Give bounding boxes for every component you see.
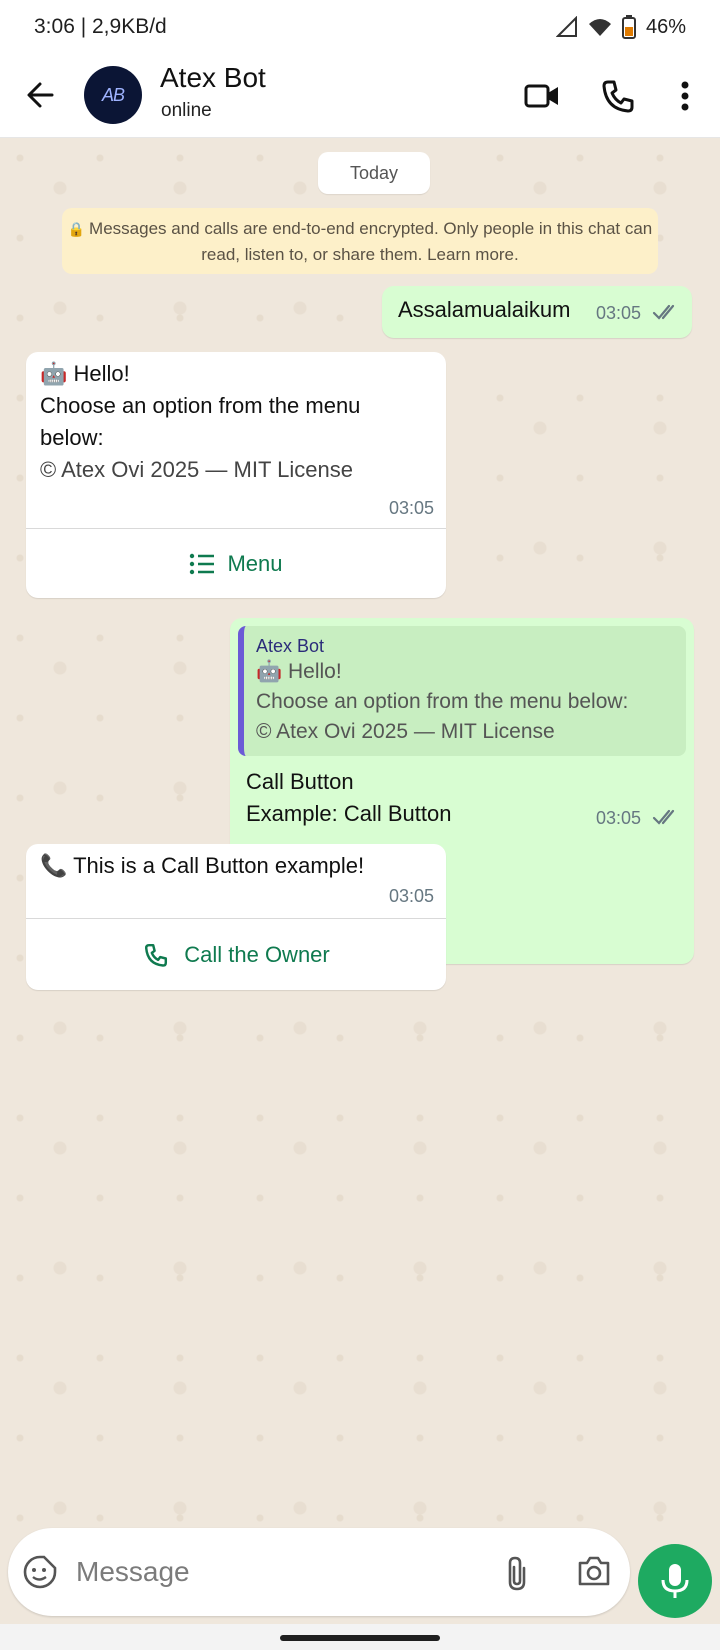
lock-icon: 🔒 — [67, 221, 90, 237]
menu-button[interactable]: Menu — [26, 529, 446, 598]
quote-line: © Atex Ovi 2025 — MIT License — [256, 720, 555, 743]
message-composer — [8, 1528, 630, 1616]
voice-call-icon[interactable] — [598, 76, 638, 116]
message-time: 03:05 — [388, 886, 434, 906]
avatar-initials: AB — [101, 84, 125, 105]
read-ticks-icon — [652, 809, 675, 825]
chat-header: AB Atex Bot online — [0, 54, 720, 138]
message-time: 03:05 — [596, 808, 642, 828]
message-time: 03:05 — [388, 498, 434, 518]
message-line: 🤖 Hello! — [40, 361, 130, 386]
call-owner-label: Call the Owner — [184, 941, 330, 967]
home-gesture-handle[interactable] — [280, 1635, 440, 1641]
video-call-icon[interactable] — [522, 76, 562, 116]
message-line: Call Button — [246, 769, 354, 794]
message-input[interactable] — [74, 1548, 458, 1596]
message-line: Choose an option from the menu below: — [40, 393, 361, 450]
message-text: Assalamualaikum — [398, 297, 571, 322]
contact-name[interactable]: Atex Bot — [160, 62, 266, 94]
attach-icon[interactable] — [502, 1554, 532, 1592]
wifi-icon — [588, 19, 611, 36]
message-time: 03:05 — [596, 303, 642, 323]
quoted-message[interactable]: Atex Bot 🤖 Hello! Choose an option from … — [238, 626, 686, 756]
quote-author: Atex Bot — [256, 636, 325, 656]
system-nav-bar — [0, 1624, 720, 1650]
list-icon — [190, 553, 215, 574]
quote-line: Choose an option from the menu below: — [256, 690, 629, 713]
sticker-icon[interactable] — [22, 1554, 58, 1590]
date-chip: Today — [318, 152, 430, 194]
call-owner-button[interactable]: Call the Owner — [26, 919, 446, 990]
battery-percent: 46% — [645, 15, 686, 38]
quote-line: 🤖 Hello! — [256, 660, 342, 683]
camera-icon[interactable] — [576, 1554, 612, 1588]
message-footer: © Atex Ovi 2025 — MIT License — [40, 457, 353, 482]
message-in[interactable]: 📞 This is a Call Button example! 03:05 C… — [26, 844, 446, 990]
status-icons: 46% — [555, 15, 686, 39]
status-bar: 3:06 | 2,9KB/d 46% — [0, 0, 720, 54]
message-line: Example: Call Button — [246, 801, 452, 826]
voice-message-button[interactable] — [638, 1544, 712, 1618]
avatar[interactable]: AB — [84, 66, 142, 124]
message-out[interactable]: Assalamualaikum 03:05 — [382, 286, 692, 338]
microphone-icon — [661, 1564, 689, 1598]
battery-icon — [621, 15, 636, 39]
back-arrow-icon[interactable] — [22, 76, 60, 114]
more-options-icon[interactable] — [665, 76, 705, 116]
menu-button-label: Menu — [227, 550, 283, 576]
message-in[interactable]: 🤖 Hello! Choose an option from the menu … — [26, 352, 446, 598]
status-time-speed: 3:06 | 2,9KB/d — [34, 15, 167, 38]
encryption-notice-text: Messages and calls are end-to-end encryp… — [89, 219, 653, 264]
read-ticks-icon — [652, 304, 675, 320]
contact-status: online — [161, 100, 212, 121]
chat-area[interactable]: Today 🔒 Messages and calls are end-to-en… — [0, 138, 720, 1528]
signal-icon — [555, 16, 577, 37]
encryption-notice[interactable]: 🔒 Messages and calls are end-to-end encr… — [62, 208, 658, 274]
phone-icon — [145, 943, 168, 967]
message-text: 📞 This is a Call Button example! — [40, 853, 365, 878]
